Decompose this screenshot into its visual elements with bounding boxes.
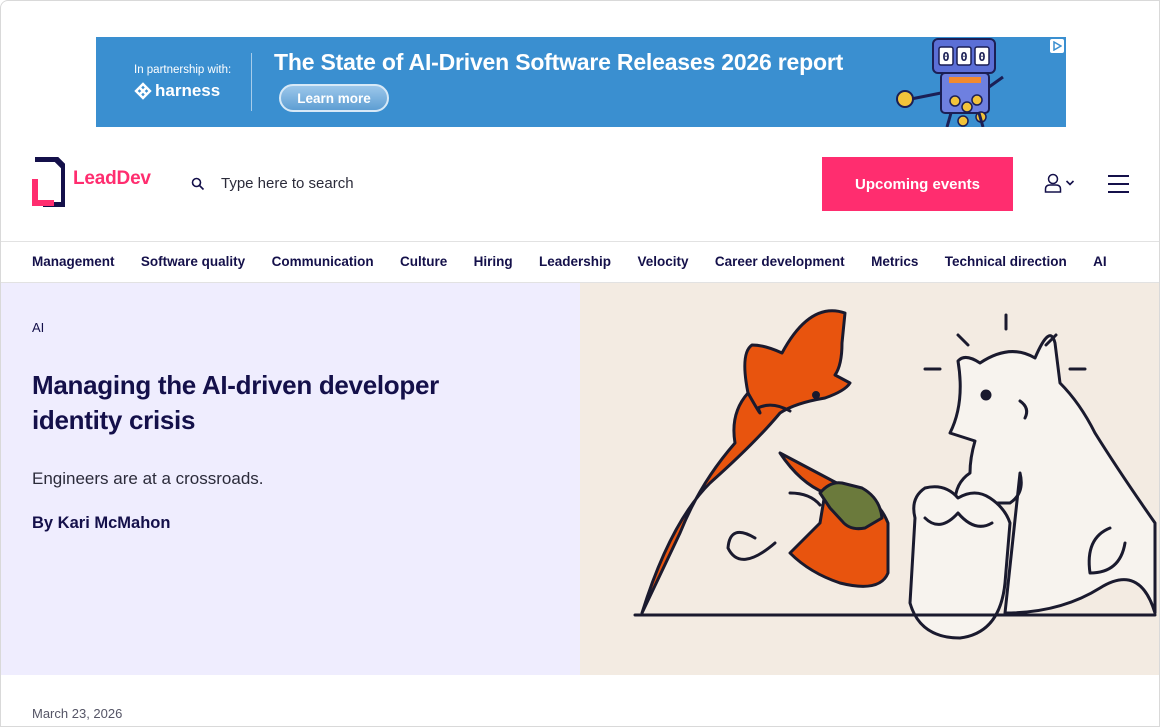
search-icon: [191, 177, 205, 190]
nav-item-management[interactable]: Management: [32, 254, 115, 269]
ad-divider: [251, 53, 252, 111]
upcoming-events-button[interactable]: Upcoming events: [822, 157, 1013, 211]
article-hero-text: AI Managing the AI-driven developer iden…: [1, 283, 580, 675]
leaddev-logo-icon: [32, 157, 65, 207]
article-date: March 23, 2026: [32, 706, 123, 721]
svg-text:0: 0: [960, 50, 967, 64]
robot-slot-machine-illustration: 0 0 0: [896, 38, 1004, 127]
nav-item-technical-direction[interactable]: Technical direction: [945, 254, 1067, 269]
page: In partnership with: harness The State o…: [0, 0, 1160, 727]
article-category[interactable]: AI: [32, 320, 44, 335]
nav-item-culture[interactable]: Culture: [400, 254, 447, 269]
article-hero-image: [580, 283, 1159, 675]
account-menu[interactable]: [1044, 173, 1075, 193]
ad-choices-icon[interactable]: [1050, 39, 1064, 53]
harness-logo: harness: [134, 81, 220, 101]
site-header: LeadDev Type here to search Upcoming eve…: [1, 141, 1159, 241]
ad-partner-label: In partnership with:: [134, 64, 232, 76]
article-author[interactable]: By Kari McMahon: [32, 514, 170, 533]
svg-text:0: 0: [978, 50, 985, 64]
leaddev-logo[interactable]: LeadDev: [32, 157, 151, 207]
nav-item-communication[interactable]: Communication: [272, 254, 374, 269]
nav-item-software-quality[interactable]: Software quality: [141, 254, 245, 269]
nav-item-leadership[interactable]: Leadership: [539, 254, 611, 269]
user-icon: [1044, 173, 1062, 193]
svg-text:0: 0: [942, 50, 949, 64]
search-input[interactable]: Type here to search: [221, 175, 354, 192]
nav-item-career-development[interactable]: Career development: [715, 254, 845, 269]
hamburger-menu-icon[interactable]: [1108, 175, 1129, 193]
nav-item-metrics[interactable]: Metrics: [871, 254, 918, 269]
ad-title: The State of AI-Driven Software Releases…: [274, 49, 844, 75]
ad-learn-more-button[interactable]: Learn more: [279, 84, 389, 112]
logo-text: LeadDev: [73, 168, 151, 189]
nav-item-ai[interactable]: AI: [1093, 254, 1107, 269]
article-subtitle: Engineers are at a crossroads.: [32, 469, 264, 488]
article-title: Managing the AI-driven developer identit…: [32, 370, 439, 435]
chevron-down-icon: [1065, 180, 1075, 186]
nav-item-hiring[interactable]: Hiring: [474, 254, 513, 269]
two-people-talking-illustration: [633, 309, 1157, 640]
topic-nav: Management Software quality Communicatio…: [1, 241, 1159, 283]
ad-banner[interactable]: In partnership with: harness The State o…: [96, 37, 1066, 127]
nav-item-velocity[interactable]: Velocity: [637, 254, 688, 269]
search-bar[interactable]: Type here to search: [191, 175, 354, 192]
harness-icon: [134, 82, 152, 100]
ad-partner-brand: harness: [155, 81, 221, 100]
